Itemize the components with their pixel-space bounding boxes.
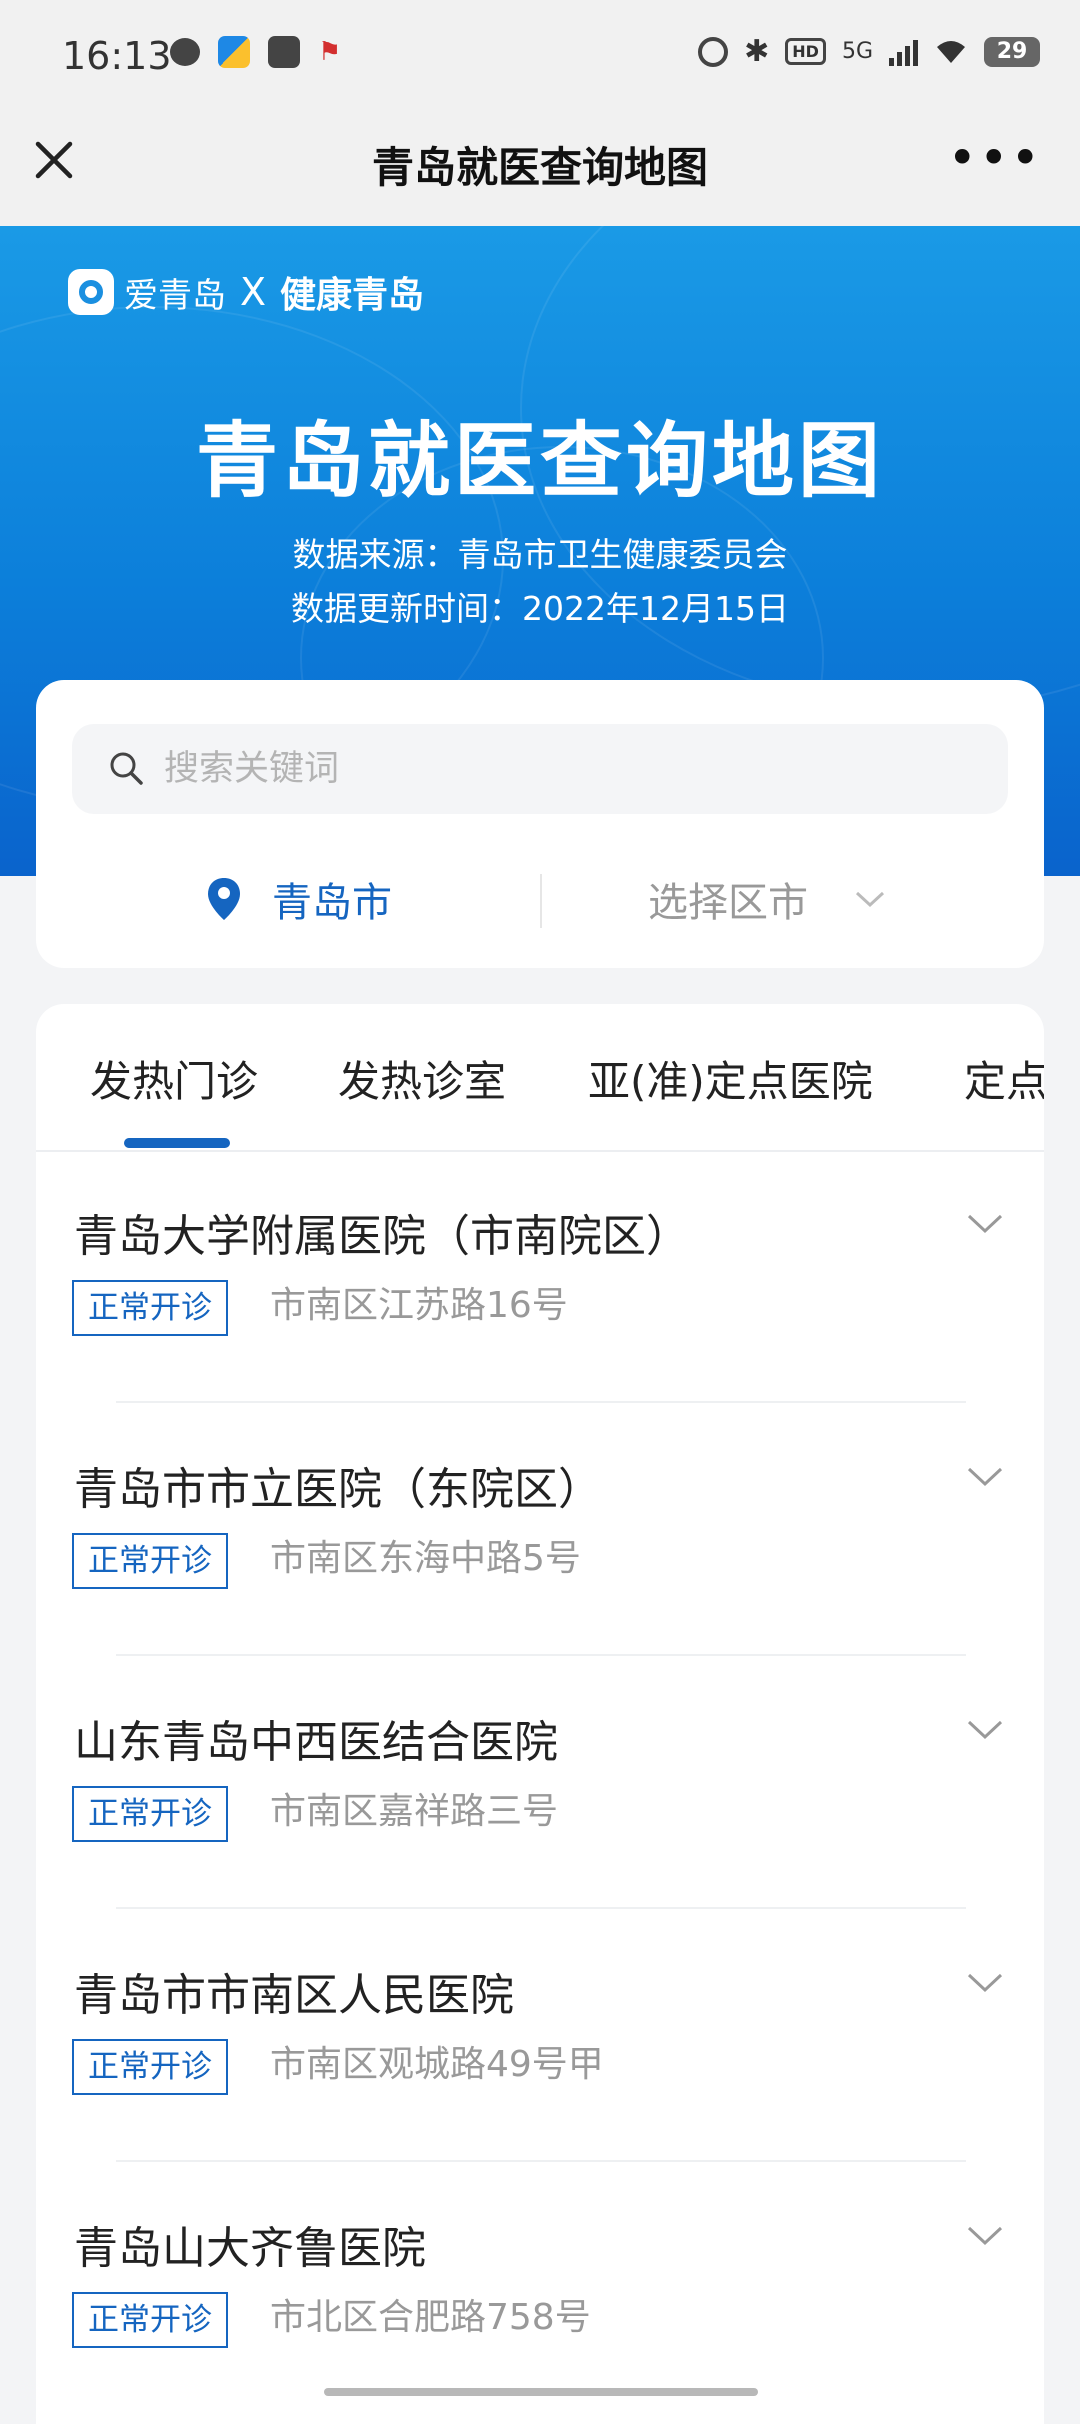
hospital-name: 青岛山大齐鲁医院 bbox=[74, 2223, 426, 2274]
status-badge: 正常开诊 bbox=[72, 1533, 228, 1589]
network-type: 5G bbox=[841, 39, 873, 64]
city-selector[interactable]: 青岛市 bbox=[206, 870, 392, 928]
news-notification-icon: ⚑ bbox=[318, 37, 342, 67]
status-badge: 正常开诊 bbox=[72, 2292, 228, 2348]
battery-icon: 29 bbox=[984, 36, 1040, 67]
tab-fever-clinic[interactable]: 发热门诊 bbox=[90, 1048, 258, 1109]
hospital-item[interactable]: 青岛市市南区人民医院 正常开诊 市南区观城路49号甲 bbox=[36, 1909, 1044, 2162]
more-options-icon[interactable]: ••• bbox=[948, 133, 1042, 183]
system-icons: ✱ HD 5G 29 bbox=[698, 34, 1040, 69]
signal-icon bbox=[889, 38, 918, 66]
ai-qingdao-logo-icon bbox=[68, 269, 114, 315]
hospital-address: 市南区江苏路16号 bbox=[270, 1285, 568, 1326]
chevron-down-icon[interactable] bbox=[966, 1971, 1004, 1995]
bluetooth-icon: ✱ bbox=[744, 34, 770, 69]
chevron-down-icon bbox=[855, 891, 885, 908]
active-tab-indicator bbox=[124, 1138, 230, 1148]
brand-name-b: 健康青岛 bbox=[280, 275, 425, 316]
hospital-item[interactable]: 青岛山大齐鲁医院 正常开诊 市北区合肥路758号 bbox=[36, 2162, 1044, 2415]
hospital-address: 市南区观城路49号甲 bbox=[270, 2044, 604, 2085]
data-update-time: 数据更新时间：2022年12月15日 bbox=[291, 589, 789, 628]
hero-title: 青岛就医查询地图 bbox=[195, 414, 884, 509]
tab-fever-room[interactable]: 发热诊室 bbox=[338, 1048, 506, 1109]
hospital-name: 青岛大学附属医院（市南院区） bbox=[74, 1211, 690, 1262]
message-notification-icon bbox=[268, 36, 300, 68]
district-label: 选择区市 bbox=[648, 880, 808, 926]
search-box[interactable] bbox=[72, 724, 1008, 814]
tab-designated[interactable]: 定点 bbox=[964, 1048, 1044, 1109]
hospital-name: 青岛市市立医院（东院区） bbox=[74, 1464, 602, 1515]
city-label: 青岛市 bbox=[272, 880, 392, 926]
home-indicator[interactable] bbox=[324, 2388, 758, 2396]
search-card: 青岛市 选择区市 bbox=[36, 680, 1044, 968]
app-notification-icon bbox=[218, 36, 250, 68]
brand-cross: X bbox=[240, 270, 267, 314]
status-badge: 正常开诊 bbox=[72, 2039, 228, 2095]
hospital-address: 市南区嘉祥路三号 bbox=[270, 1791, 559, 1832]
district-selector[interactable]: 选择区市 bbox=[648, 870, 886, 928]
page-title: 青岛就医查询地图 bbox=[371, 143, 708, 192]
location-pin-icon bbox=[208, 878, 240, 920]
nav-bar: 青岛就医查询地图 ••• bbox=[0, 110, 1080, 226]
status-badge: 正常开诊 bbox=[72, 1786, 228, 1842]
hospital-list-card: 发热门诊 发热诊室 亚(准)定点医院 定点 青岛大学附属医院（市南院区） 正常开… bbox=[36, 1004, 1044, 2424]
chevron-down-icon[interactable] bbox=[966, 1718, 1004, 1742]
hospital-address: 市南区东海中路5号 bbox=[270, 1538, 581, 1579]
divider bbox=[540, 874, 542, 928]
chat-notification-icon bbox=[170, 38, 200, 66]
tab-sub-designated-hospital[interactable]: 亚(准)定点医院 bbox=[588, 1048, 873, 1109]
brand-name-a: 爱青岛 bbox=[124, 275, 226, 316]
search-icon bbox=[110, 752, 143, 785]
chevron-down-icon[interactable] bbox=[966, 1212, 1004, 1236]
hospital-item[interactable]: 青岛市市立医院（东院区） 正常开诊 市南区东海中路5号 bbox=[36, 1403, 1044, 1656]
location-filter: 青岛市 选择区市 bbox=[36, 850, 1044, 940]
hospital-item[interactable]: 山东青岛中西医结合医院 正常开诊 市南区嘉祥路三号 bbox=[36, 1656, 1044, 1909]
alarm-icon bbox=[698, 36, 729, 67]
status-time: 16:13 bbox=[62, 34, 172, 78]
chevron-down-icon[interactable] bbox=[966, 1465, 1004, 1489]
notification-icons: ⚑ bbox=[170, 36, 341, 68]
search-input[interactable] bbox=[162, 738, 986, 800]
hd-icon: HD bbox=[785, 38, 826, 65]
data-source: 数据来源：青岛市卫生健康委员会 bbox=[292, 535, 788, 574]
hospital-name: 青岛市市南区人民医院 bbox=[74, 1970, 514, 2021]
status-badge: 正常开诊 bbox=[72, 1280, 228, 1336]
hospital-address: 市北区合肥路758号 bbox=[270, 2297, 591, 2338]
wifi-icon bbox=[937, 40, 965, 63]
chevron-down-icon[interactable] bbox=[966, 2224, 1004, 2248]
hospital-name: 山东青岛中西医结合医院 bbox=[74, 1717, 558, 1768]
hospital-item[interactable]: 青岛大学附属医院（市南院区） 正常开诊 市南区江苏路16号 bbox=[36, 1150, 1044, 1403]
brand-logo: 爱青岛 X 健康青岛 bbox=[68, 266, 424, 318]
category-tabs: 发热门诊 发热诊室 亚(准)定点医院 定点 bbox=[36, 1004, 1044, 1152]
status-bar: 16:13 ⚑ ✱ HD 5G 29 bbox=[0, 0, 1080, 110]
